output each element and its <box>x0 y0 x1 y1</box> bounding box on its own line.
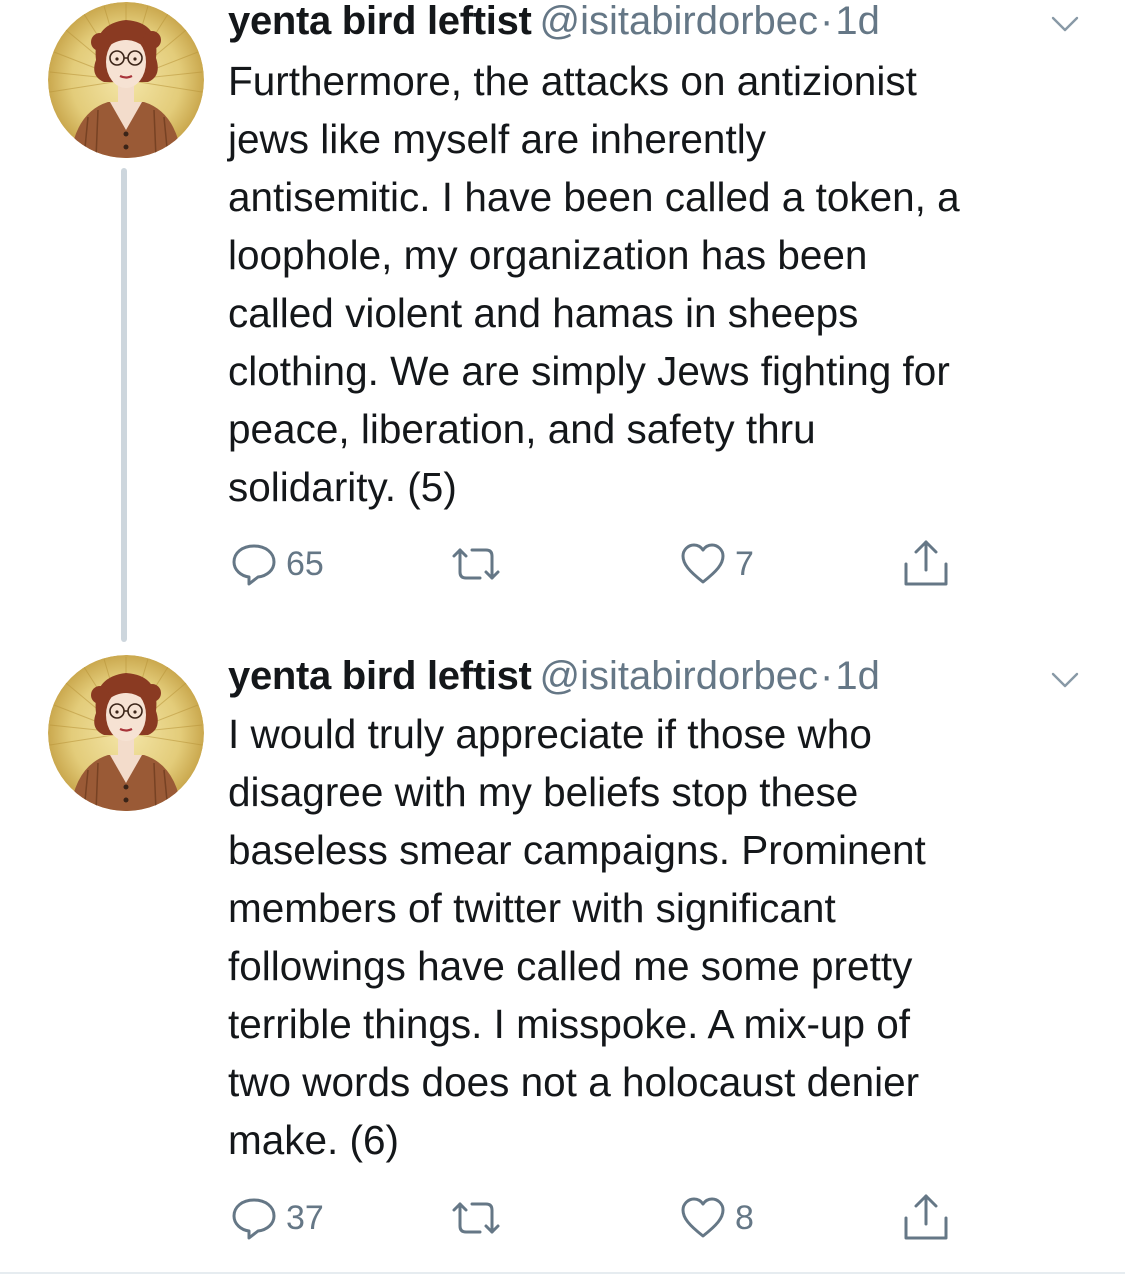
tweet-text: I would truly appreciate if those who di… <box>228 711 926 1163</box>
tweet-text: Furthermore, the attacks on antizionist … <box>228 58 960 510</box>
retweet-button[interactable] <box>446 534 514 594</box>
retweet-icon <box>446 540 506 588</box>
like-count: 8 <box>735 1198 754 1237</box>
display-name[interactable]: yenta bird leftist <box>228 654 532 698</box>
avatar[interactable] <box>48 2 204 158</box>
tweet-actions: 65 7 <box>228 534 988 594</box>
like-button[interactable]: 7 <box>679 534 754 594</box>
like-count: 7 <box>735 544 754 583</box>
thread-line <box>121 168 127 642</box>
chevron-down-icon[interactable] <box>1045 664 1085 694</box>
like-button[interactable]: 8 <box>679 1188 754 1248</box>
tweet-header: yenta bird leftist @isitabirdorbec·1d <box>228 653 880 703</box>
avatar[interactable] <box>48 655 204 811</box>
timestamp[interactable]: 1d <box>835 0 880 43</box>
heart-icon <box>679 540 727 588</box>
share-icon <box>900 538 952 590</box>
share-icon <box>900 1192 952 1244</box>
reply-count: 65 <box>286 544 324 583</box>
reply-count: 37 <box>286 1198 324 1237</box>
share-button[interactable] <box>900 534 952 594</box>
reply-button[interactable]: 37 <box>230 1188 324 1248</box>
tweet-actions: 37 8 <box>228 1188 988 1248</box>
reply-icon <box>230 1194 278 1242</box>
divider <box>0 1272 1125 1274</box>
handle[interactable]: @isitabirdorbec <box>540 0 819 43</box>
separator: · <box>820 0 834 43</box>
retweet-button[interactable] <box>446 1188 514 1248</box>
tweet[interactable]: yenta bird leftist @isitabirdorbec·1d Fur… <box>0 0 1125 642</box>
heart-icon <box>679 1194 727 1242</box>
share-button[interactable] <box>900 1188 952 1248</box>
timestamp[interactable]: 1d <box>835 654 880 698</box>
handle[interactable]: @isitabirdorbec <box>540 654 819 698</box>
tweet[interactable]: yenta bird leftist @isitabirdorbec·1d I w… <box>0 640 1125 1272</box>
separator: · <box>820 654 834 698</box>
reply-icon <box>230 540 278 588</box>
chevron-down-icon[interactable] <box>1045 8 1085 38</box>
tweet-header: yenta bird leftist @isitabirdorbec·1d <box>228 0 880 48</box>
retweet-icon <box>446 1194 506 1242</box>
reply-button[interactable]: 65 <box>230 534 324 594</box>
display-name[interactable]: yenta bird leftist <box>228 0 532 43</box>
